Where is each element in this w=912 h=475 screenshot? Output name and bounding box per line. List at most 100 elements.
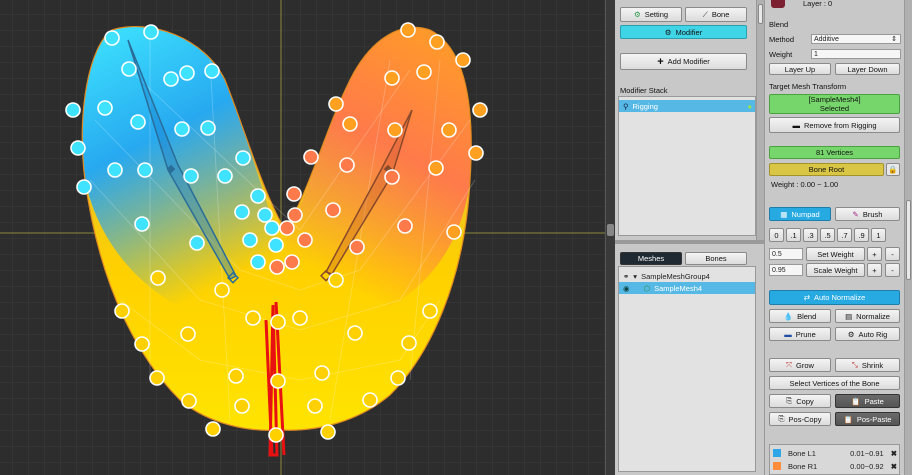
- vertex-point[interactable]: [65, 102, 81, 118]
- vertex-point[interactable]: [287, 207, 303, 223]
- vertex-point[interactable]: [163, 71, 179, 87]
- select-vertices-of-bone-button[interactable]: Select Vertices of the Bone: [769, 376, 900, 390]
- vertex-point[interactable]: [134, 216, 150, 232]
- meshes-tab[interactable]: Meshes: [620, 252, 682, 265]
- vertex-point[interactable]: [174, 121, 190, 137]
- vertex-point[interactable]: [472, 102, 488, 118]
- vertex-point[interactable]: [342, 116, 358, 132]
- scale-weight-plus-button[interactable]: +: [867, 263, 882, 277]
- viewport-canvas[interactable]: [0, 0, 605, 475]
- auto-normalize-toggle[interactable]: ⇄ Auto Normalize: [769, 290, 900, 305]
- vertex-point[interactable]: [349, 239, 365, 255]
- layer-up-button[interactable]: Layer Up: [769, 63, 831, 75]
- vertex-point[interactable]: [269, 259, 285, 275]
- modifier-tab[interactable]: ⚙ Modifier: [620, 25, 747, 39]
- vertex-point[interactable]: [297, 232, 313, 248]
- vertex-point[interactable]: [245, 310, 261, 326]
- weight-input[interactable]: 1: [811, 49, 901, 59]
- vertex-point[interactable]: [130, 114, 146, 130]
- brush-tab[interactable]: ✎ Brush: [835, 207, 900, 221]
- tree-item-group[interactable]: ⚭ ▾ SampleMeshGroup4: [619, 270, 755, 282]
- numpad-button[interactable]: .1: [786, 228, 801, 242]
- set-weight-button[interactable]: Set Weight: [806, 247, 865, 261]
- vertex-point[interactable]: [292, 310, 308, 326]
- vertex-point[interactable]: [307, 398, 323, 414]
- scale-weight-minus-button[interactable]: -: [885, 263, 900, 277]
- vertex-point[interactable]: [183, 168, 199, 184]
- numpad-button[interactable]: 0: [769, 228, 784, 242]
- vertex-point[interactable]: [234, 398, 250, 414]
- vertex-point[interactable]: [217, 168, 233, 184]
- vertex-point[interactable]: [264, 220, 280, 236]
- numpad-button[interactable]: .3: [803, 228, 818, 242]
- prune-button[interactable]: ▬ Prune: [769, 327, 831, 341]
- copy-button[interactable]: ⎘ Copy: [769, 394, 831, 408]
- vertex-point[interactable]: [107, 162, 123, 178]
- vertex-point[interactable]: [441, 122, 457, 138]
- scale-weight-button[interactable]: Scale Weight: [806, 263, 865, 277]
- middle-divider[interactable]: [615, 240, 765, 244]
- vertex-point[interactable]: [189, 235, 205, 251]
- vertex-point[interactable]: [134, 336, 150, 352]
- vertex-point[interactable]: [397, 218, 413, 234]
- vertex-point[interactable]: [250, 188, 266, 204]
- setting-tab[interactable]: ⚙ Setting: [620, 7, 682, 22]
- vertex-point[interactable]: [362, 392, 378, 408]
- vertex-point[interactable]: [328, 272, 344, 288]
- vertex-point[interactable]: [121, 61, 137, 77]
- vertex-point[interactable]: [114, 303, 130, 319]
- vertex-point[interactable]: [235, 150, 251, 166]
- vertex-point[interactable]: [455, 52, 471, 68]
- vertex-point[interactable]: [384, 169, 400, 185]
- bone-weight-row[interactable]: Bone R1 0.00~0.92 ✖: [770, 460, 899, 472]
- auto-rig-button[interactable]: ⚙ Auto Rig: [835, 327, 900, 341]
- vertex-point[interactable]: [150, 270, 166, 286]
- vertex-point[interactable]: [284, 254, 300, 270]
- vertex-point[interactable]: [137, 162, 153, 178]
- vertex-point[interactable]: [428, 160, 444, 176]
- set-weight-plus-button[interactable]: +: [867, 247, 882, 261]
- set-weight-minus-button[interactable]: -: [885, 247, 900, 261]
- numpad-button[interactable]: 1: [871, 228, 886, 242]
- normalize-button[interactable]: ▤ Normalize: [835, 309, 900, 323]
- pos-copy-button[interactable]: ⎘ Pos-Copy: [769, 412, 831, 426]
- mesh-viewport-svg[interactable]: [0, 0, 605, 475]
- vertex-point[interactable]: [268, 427, 284, 443]
- vertex-point[interactable]: [347, 325, 363, 341]
- remove-from-rigging-button[interactable]: ▬ Remove from Rigging: [769, 117, 900, 133]
- vertex-point[interactable]: [250, 254, 266, 270]
- vertex-point[interactable]: [384, 70, 400, 86]
- vertex-point[interactable]: [204, 63, 220, 79]
- bones-tab[interactable]: Bones: [685, 252, 747, 265]
- vertex-point[interactable]: [257, 207, 273, 223]
- vertex-point[interactable]: [286, 186, 302, 202]
- scale-weight-input[interactable]: 0.95: [769, 264, 803, 276]
- remove-bone-icon[interactable]: ✖: [891, 462, 897, 471]
- grow-button[interactable]: ⤧ Grow: [769, 358, 831, 372]
- modifier-item-rigging[interactable]: ⚲ Rigging ●: [619, 100, 755, 112]
- vertex-point[interactable]: [422, 303, 438, 319]
- vertex-point[interactable]: [76, 179, 92, 195]
- vertex-point[interactable]: [401, 335, 417, 351]
- bone-tab[interactable]: ⟋ Bone: [685, 7, 747, 22]
- vertex-point[interactable]: [180, 326, 196, 342]
- vertex-point[interactable]: [200, 120, 216, 136]
- vertex-point[interactable]: [270, 314, 286, 330]
- vertex-point[interactable]: [279, 220, 295, 236]
- vertex-point[interactable]: [416, 64, 432, 80]
- vertex-point[interactable]: [70, 140, 86, 156]
- vertex-point[interactable]: [234, 204, 250, 220]
- vertex-point[interactable]: [390, 370, 406, 386]
- vertex-point[interactable]: [339, 157, 355, 173]
- method-select[interactable]: Additive ⇕: [811, 34, 901, 44]
- vertex-point[interactable]: [242, 232, 258, 248]
- middle-scrollbar[interactable]: [756, 0, 764, 240]
- panel-splitter[interactable]: [605, 0, 615, 475]
- vertex-point[interactable]: [314, 365, 330, 381]
- vertex-point[interactable]: [325, 202, 341, 218]
- remove-bone-icon[interactable]: ✖: [891, 449, 897, 458]
- vertex-point[interactable]: [181, 393, 197, 409]
- numpad-tab[interactable]: ▦ Numpad: [769, 207, 831, 221]
- layer-down-button[interactable]: Layer Down: [835, 63, 900, 75]
- vertex-point[interactable]: [214, 282, 230, 298]
